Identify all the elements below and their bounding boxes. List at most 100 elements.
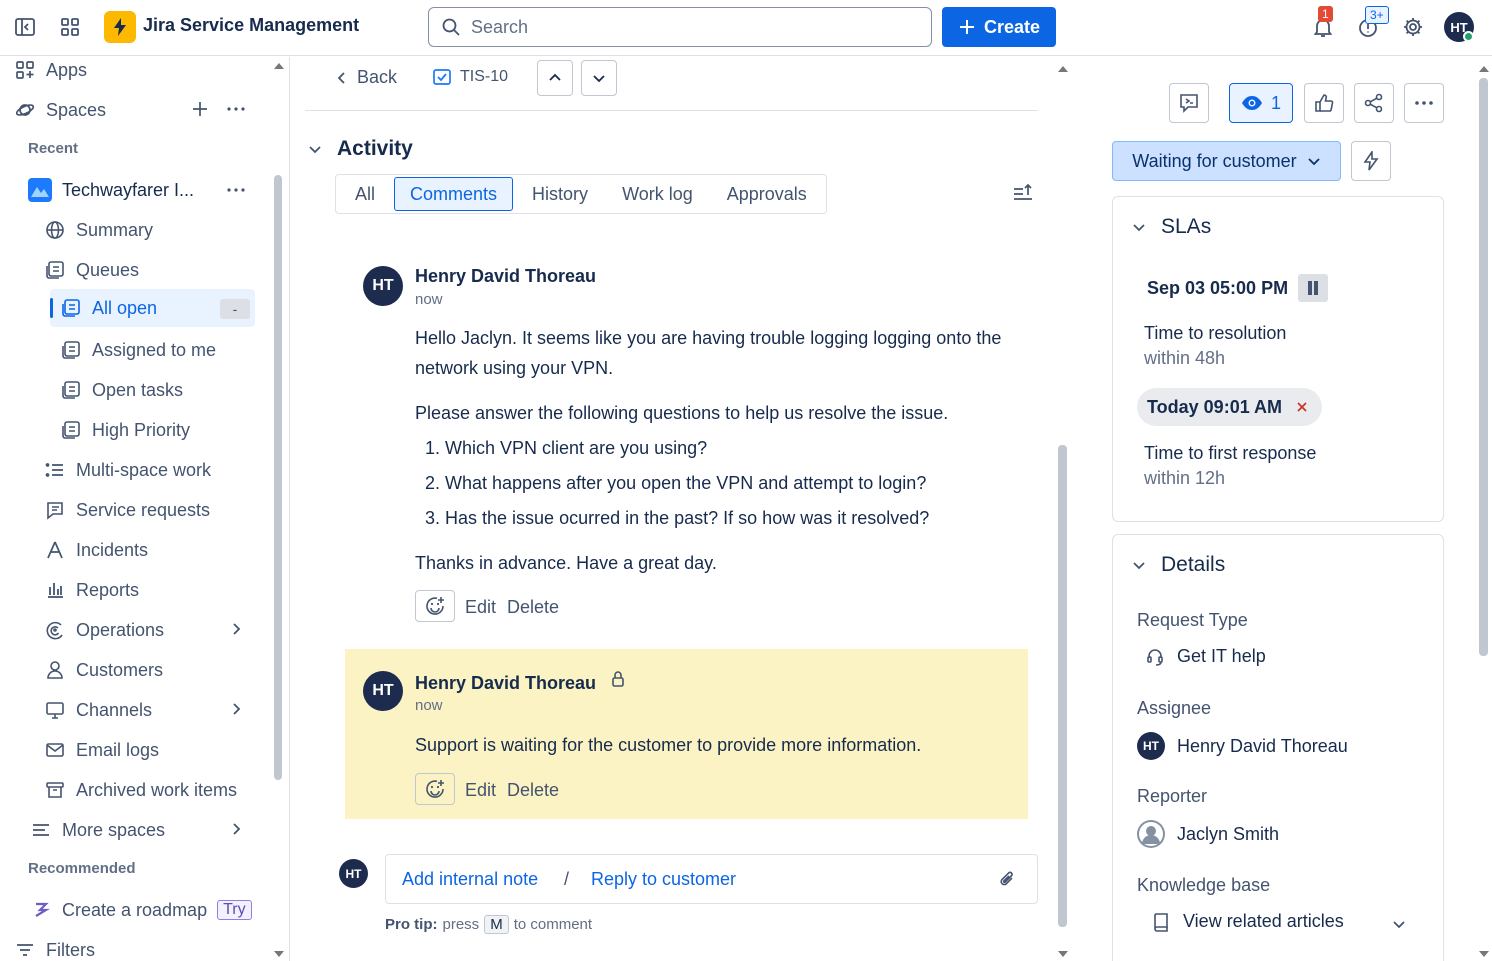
sidebar-item-more-spaces[interactable]: More spaces bbox=[30, 817, 165, 843]
add-reaction-button[interactable] bbox=[415, 773, 455, 805]
reply-to-customer-link[interactable]: Reply to customer bbox=[591, 869, 736, 890]
online-status-dot bbox=[1463, 31, 1474, 42]
keyboard-key: M bbox=[484, 915, 509, 934]
sidebar-item-apps[interactable]: Apps bbox=[14, 57, 87, 83]
scroll-down-arrow-icon[interactable] bbox=[273, 949, 285, 959]
reporter-default-avatar-icon bbox=[1137, 820, 1165, 848]
chevron-right-icon[interactable] bbox=[228, 699, 246, 719]
main-scrollbar[interactable] bbox=[1058, 445, 1067, 927]
knowledge-base-value: View related articles bbox=[1183, 911, 1344, 931]
comment-composer[interactable]: Add internal note / Reply to customer bbox=[385, 854, 1038, 904]
settings-gear-icon[interactable] bbox=[1395, 9, 1431, 45]
comment-author[interactable]: Henry David Thoreau bbox=[415, 266, 596, 287]
tab-history[interactable]: History bbox=[517, 177, 603, 211]
sidebar-item-summary[interactable]: Summary bbox=[44, 217, 153, 243]
like-button[interactable] bbox=[1304, 83, 1344, 123]
tab-all[interactable]: All bbox=[340, 177, 390, 211]
sort-order-icon[interactable] bbox=[1012, 182, 1034, 204]
sidebar-item-email-logs[interactable]: Email logs bbox=[44, 737, 159, 763]
details-header[interactable]: Details bbox=[1131, 553, 1225, 577]
share-button[interactable] bbox=[1354, 83, 1394, 123]
sidebar-item-spaces[interactable]: Spaces bbox=[14, 97, 106, 123]
edit-comment-link[interactable]: Edit bbox=[465, 597, 496, 618]
back-button[interactable]: Back bbox=[335, 67, 397, 88]
chevron-right-icon[interactable] bbox=[228, 619, 246, 639]
app-name[interactable]: Jira Service Management bbox=[143, 15, 359, 36]
top-navigation-bar: Jira Service Management Search Create 1 … bbox=[0, 0, 1492, 56]
edit-comment-link[interactable]: Edit bbox=[465, 780, 496, 801]
create-button[interactable]: Create bbox=[942, 7, 1056, 47]
scroll-up-arrow-icon[interactable] bbox=[1057, 64, 1069, 74]
sidebar-item-archived-work-items[interactable]: Archived work items bbox=[44, 777, 237, 803]
sidebar-item-incidents[interactable]: Incidents bbox=[44, 537, 148, 563]
sidebar-item-open-tasks[interactable]: Open tasks bbox=[60, 377, 183, 403]
lock-icon bbox=[610, 670, 626, 688]
sidebar-item-queues[interactable]: Queues bbox=[44, 257, 139, 283]
sidebar-scrollbar[interactable] bbox=[274, 175, 282, 780]
scroll-down-arrow-icon[interactable] bbox=[1057, 949, 1069, 959]
watch-button[interactable]: 1 bbox=[1229, 83, 1293, 123]
add-space-plus-icon[interactable] bbox=[190, 99, 210, 119]
tab-approvals[interactable]: Approvals bbox=[712, 177, 822, 211]
scroll-up-arrow-icon[interactable] bbox=[273, 61, 285, 71]
comment-time[interactable]: now bbox=[415, 291, 443, 308]
sidebar-item-customers[interactable]: Customers bbox=[44, 657, 163, 683]
tab-comments[interactable]: Comments bbox=[394, 177, 514, 211]
automation-button[interactable] bbox=[1351, 141, 1391, 181]
sidebar-item-high-priority[interactable]: High Priority bbox=[60, 417, 190, 443]
sidebar-item-multi-space-work[interactable]: Multi-space work bbox=[44, 457, 211, 483]
next-issue-button[interactable] bbox=[581, 60, 617, 96]
search-input[interactable]: Search bbox=[428, 7, 932, 47]
comment-author-avatar[interactable]: HT bbox=[363, 671, 403, 711]
tab-work-log[interactable]: Work log bbox=[607, 177, 708, 211]
request-type-field[interactable]: Get IT help bbox=[1145, 646, 1266, 667]
comment-author-avatar[interactable]: HT bbox=[363, 266, 403, 306]
sidebar-item-all-open[interactable]: All open - bbox=[50, 289, 255, 327]
sidebar-item-operations[interactable]: Operations bbox=[44, 617, 164, 643]
comment-time[interactable]: now bbox=[415, 697, 443, 714]
slas-heading: SLAs bbox=[1161, 215, 1212, 238]
assignee-field[interactable]: HT Henry David Thoreau bbox=[1137, 732, 1348, 760]
queue-icon bbox=[60, 297, 82, 319]
app-switcher-icon[interactable] bbox=[52, 9, 88, 45]
sidebar-item-reports[interactable]: Reports bbox=[44, 577, 139, 603]
sidebar-item-create-roadmap[interactable]: Create a roadmap Try bbox=[30, 897, 252, 923]
more-actions-button[interactable] bbox=[1404, 83, 1444, 123]
sla-time: Today 09:01 AM bbox=[1147, 396, 1283, 417]
add-internal-note-link[interactable]: Add internal note bbox=[402, 869, 538, 890]
request-type-value: Get IT help bbox=[1177, 646, 1266, 666]
queue-icon bbox=[60, 379, 82, 401]
sidebar-item-channels[interactable]: Channels bbox=[44, 697, 152, 723]
status-dropdown[interactable]: Waiting for customer bbox=[1112, 141, 1341, 181]
chevron-right-icon[interactable] bbox=[228, 819, 246, 839]
sidebar-item-assigned-to-me[interactable]: Assigned to me bbox=[60, 337, 216, 363]
pro-tip-press: press bbox=[442, 916, 480, 933]
chevron-down-icon[interactable] bbox=[1391, 916, 1407, 932]
attachment-paperclip-icon[interactable] bbox=[997, 869, 1017, 889]
reporter-field[interactable]: Jaclyn Smith bbox=[1137, 820, 1279, 848]
scroll-down-arrow-icon[interactable] bbox=[1478, 949, 1490, 959]
monitor-icon bbox=[44, 699, 66, 721]
globe-icon bbox=[44, 219, 66, 241]
sidebar-item-label: More spaces bbox=[62, 819, 166, 840]
knowledge-base-field[interactable]: View related articles bbox=[1151, 911, 1344, 932]
sidebar-toggle-icon[interactable] bbox=[7, 9, 43, 45]
sidebar-space-techwayfarer[interactable]: Techwayfarer I... bbox=[28, 177, 194, 203]
comment-author[interactable]: Henry David Thoreau bbox=[415, 673, 596, 694]
space-more-icon[interactable] bbox=[226, 180, 246, 200]
spaces-more-icon[interactable] bbox=[226, 99, 246, 119]
slas-header[interactable]: SLAs bbox=[1131, 215, 1211, 239]
delete-comment-link[interactable]: Delete bbox=[507, 780, 559, 801]
delete-comment-link[interactable]: Delete bbox=[507, 597, 559, 618]
previous-issue-button[interactable] bbox=[537, 60, 573, 96]
right-panel-scrollbar[interactable] bbox=[1479, 78, 1488, 656]
activity-section-header[interactable]: Activity bbox=[307, 137, 413, 161]
scroll-up-arrow-icon[interactable] bbox=[1478, 64, 1490, 74]
sidebar-item-service-requests[interactable]: Service requests bbox=[44, 497, 210, 523]
jira-service-management-logo[interactable] bbox=[104, 11, 136, 43]
issue-key-link[interactable]: TIS-10 bbox=[432, 67, 508, 87]
feedback-icon bbox=[1180, 94, 1198, 113]
add-reaction-button[interactable] bbox=[415, 590, 455, 622]
sidebar-item-filters[interactable]: Filters bbox=[14, 937, 95, 961]
feedback-button[interactable] bbox=[1169, 83, 1209, 123]
